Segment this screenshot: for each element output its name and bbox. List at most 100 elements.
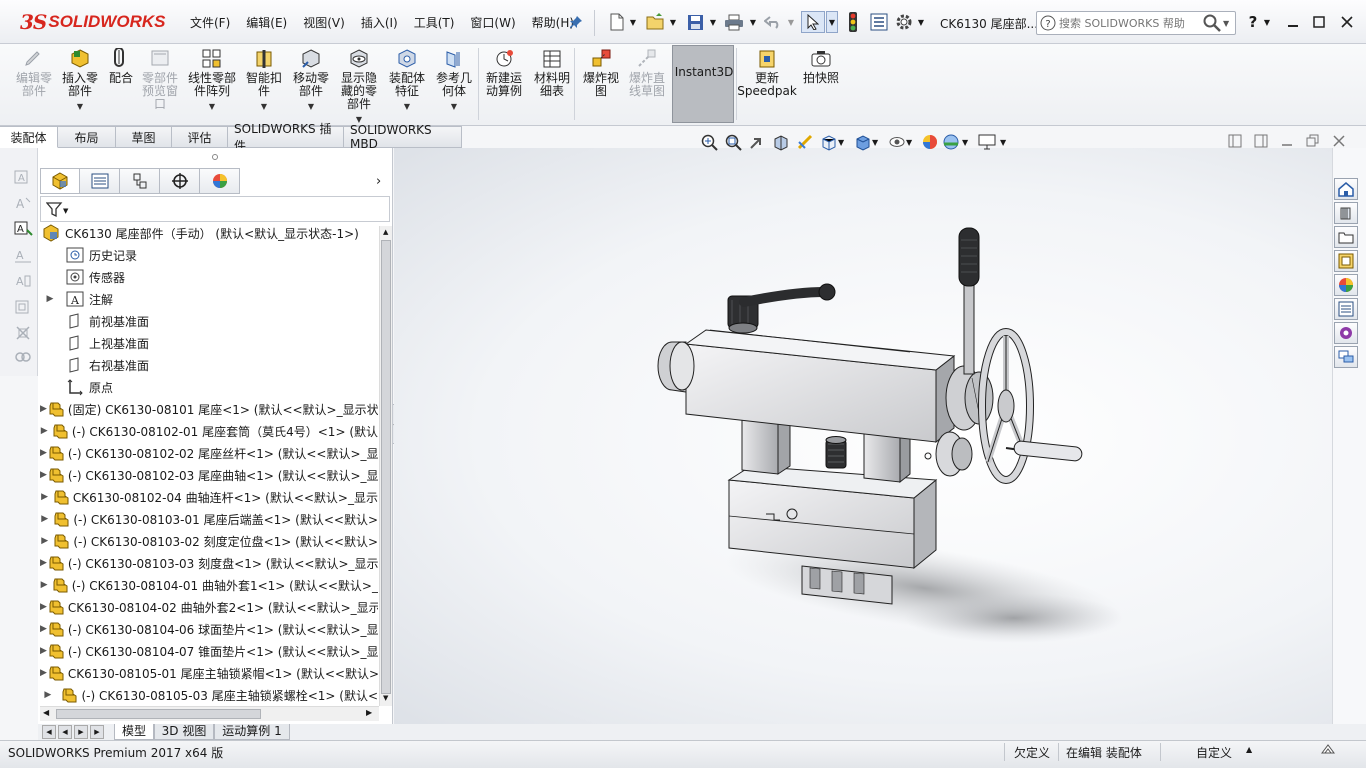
rebuild-icon[interactable] [843, 11, 863, 33]
tailstock-model-3d[interactable] [394, 148, 1332, 724]
tab-1[interactable]: 布局 [58, 126, 116, 148]
tab-0[interactable]: 装配体 [0, 126, 58, 148]
tree-component-row[interactable]: ▶ CK6130-08105-01 尾座主轴锁紧帽<1> (默认<<默认> [38, 662, 378, 684]
scroll-up-icon[interactable]: ▲ [383, 228, 388, 236]
scroll-down-icon[interactable]: ▼ [383, 694, 388, 702]
tree-component-row[interactable]: ▶ (固定) CK6130-08101 尾座<1> (默认<<默认>_显示状 [38, 398, 378, 420]
expand-arrow-icon[interactable]: ▶ [40, 426, 48, 436]
chevron-down-icon[interactable]: ▼ [668, 11, 678, 33]
command-motion-study-button[interactable]: 新建运 动算例 [482, 48, 526, 98]
command-linear-pattern-button[interactable]: 线性零部 件阵列 ▼ [186, 48, 238, 113]
open-document-icon[interactable] [644, 11, 668, 33]
tree-component-row[interactable]: ▶ (-) CK6130-08104-01 曲轴外套1<1> (默认<<默认>_ [38, 574, 378, 596]
command-explode-line-button[interactable]: 爆炸直 线草图 [626, 48, 668, 98]
previous-tab-icon[interactable]: ◀ [58, 725, 72, 739]
chevron-down-icon[interactable]: ▼ [1223, 19, 1229, 28]
model-tab-1[interactable]: 3D 视图 [154, 724, 214, 740]
annotation-text-icon[interactable]: A [14, 168, 32, 186]
view-palette-icon[interactable] [1334, 250, 1358, 272]
model-tab-2[interactable]: 运动算例 1 [214, 724, 290, 740]
chevron-down-icon[interactable]: ▼ [916, 11, 926, 33]
chevron-down-icon[interactable]: ▼ [63, 207, 68, 215]
dynamic-annotation-icon[interactable] [796, 133, 820, 151]
tree-component-row[interactable]: ▶ (-) CK6130-08102-03 尾座曲轴<1> (默认<<默认>_显 [38, 464, 378, 486]
select-icon[interactable] [801, 11, 825, 33]
chevron-down-icon[interactable]: ▼ [748, 11, 758, 33]
tree-horizontal-scrollbar[interactable]: ◀ ▶ [40, 706, 379, 721]
chevron-down-icon[interactable]: ▼ [872, 138, 888, 147]
command-reference-geometry-button[interactable]: 参考几 何体 ▼ [432, 48, 476, 113]
view-settings-icon[interactable] [978, 134, 1000, 150]
chevron-down-icon[interactable]: ▼ [308, 100, 314, 113]
hide-show-items-icon[interactable] [888, 133, 906, 151]
zoom-to-fit-icon[interactable] [700, 133, 724, 151]
filter-bar[interactable]: ▼ [40, 196, 390, 222]
viewport-tile-right-icon[interactable] [1254, 134, 1268, 148]
viewport-tile-left-icon[interactable] [1228, 134, 1242, 148]
command-show-hidden-button[interactable]: 显示隐 藏的零 部件 ▼ [338, 48, 380, 126]
menu-5[interactable]: 窗口(W) [462, 14, 523, 32]
chevron-down-icon[interactable]: ▼ [906, 138, 922, 147]
scroll-left-icon[interactable]: ◀ [43, 708, 49, 717]
last-tab-icon[interactable]: ▶ [90, 725, 104, 739]
datum-icon[interactable] [14, 348, 32, 366]
expand-arrow-icon[interactable]: ▶ [40, 492, 49, 502]
filter-icon[interactable] [46, 201, 64, 219]
scroll-right-icon[interactable]: ▶ [366, 708, 372, 717]
chevron-down-icon[interactable]: ▼ [209, 100, 215, 113]
command-insert-components-button[interactable]: 插入零 部件 ▼ [58, 48, 102, 113]
tree-component-row[interactable]: ▶ (-) CK6130-08104-07 锥面垫片<1> (默认<<默认>_显 [38, 640, 378, 662]
command-component-preview-button[interactable]: 零部件 预览窗 口 [140, 48, 180, 111]
undo-icon[interactable] [762, 11, 784, 33]
print-icon[interactable] [722, 11, 746, 33]
command-smart-fasteners-button[interactable]: 智能扣 件 ▼ [242, 48, 286, 113]
balloon-icon[interactable]: A [14, 246, 32, 264]
design-library-icon[interactable] [1334, 202, 1358, 224]
tree-component-row[interactable]: ▶ (-) CK6130-08104-06 球面垫片<1> (默认<<默认>_显 [38, 618, 378, 640]
featuremanager-tab[interactable] [40, 168, 80, 194]
expand-arrow-icon[interactable]: ▶ [40, 690, 56, 700]
tree-component-row[interactable]: ▶ CK6130-08102-04 曲轴连杆<1> (默认<<默认>_显示 [38, 486, 378, 508]
file-explorer-icon[interactable] [1334, 226, 1358, 248]
tab-5[interactable]: SOLIDWORKS MBD [344, 123, 462, 151]
appearances-icon[interactable] [1334, 274, 1358, 296]
zoom-to-area-icon[interactable] [724, 133, 748, 151]
tree-item-row[interactable]: 传感器 [38, 266, 378, 288]
command-bom-button[interactable]: 材料明 细表 [530, 48, 574, 98]
menu-2[interactable]: 视图(V) [295, 14, 353, 32]
expand-arrow-icon[interactable]: ▶ [40, 294, 60, 304]
chevron-down-icon[interactable]: ▼ [838, 138, 854, 147]
chevron-up-icon[interactable]: ▲ [1246, 745, 1252, 754]
previous-view-icon[interactable] [748, 133, 772, 151]
section-view-icon[interactable] [772, 133, 796, 151]
chevron-down-icon[interactable]: ▼ [786, 11, 796, 33]
unit-system-selector[interactable]: 自定义 [1196, 744, 1232, 761]
command-assembly-features-button[interactable]: 装配体 特征 ▼ [386, 48, 428, 113]
maximize-button[interactable] [1306, 10, 1332, 34]
tree-component-row[interactable]: ▶ (-) CK6130-08105-03 尾座主轴锁紧螺栓<1> (默认< [38, 684, 378, 706]
help-button[interactable]: ? [1244, 11, 1262, 33]
chevron-down-icon[interactable]: ▼ [826, 11, 838, 33]
tree-item-row[interactable]: 历史记录 [38, 244, 378, 266]
expand-arrow-icon[interactable]: ▶ [40, 536, 50, 546]
close-button[interactable] [1334, 10, 1360, 34]
viewport-close-icon[interactable] [1332, 134, 1346, 148]
menu-3[interactable]: 插入(I) [353, 14, 406, 32]
tab-4[interactable]: SOLIDWORKS 插件 [228, 122, 344, 153]
configurationmanager-tab[interactable] [120, 168, 160, 194]
solidworks-logo[interactable]: 3S SOLIDWORKS [20, 8, 165, 36]
propertymanager-tab[interactable] [80, 168, 120, 194]
next-tab-icon[interactable]: ▶ [74, 725, 88, 739]
tree-component-row[interactable]: ▶ (-) CK6130-08102-01 尾座套筒（莫氏4号）<1> (默认 [38, 420, 378, 442]
solidworks-resources-icon[interactable] [1334, 178, 1358, 200]
tree-component-row[interactable]: ▶ (-) CK6130-08103-02 刻度定位盘<1> (默认<<默认> [38, 530, 378, 552]
scroll-thumb[interactable] [381, 240, 391, 694]
expand-arrow-icon[interactable]: ▶ [40, 514, 50, 524]
chevron-down-icon[interactable]: ▼ [1000, 138, 1012, 147]
command-instant3d-button[interactable]: Instant3D [675, 66, 734, 79]
expand-arrow-icon[interactable]: ▶ [40, 624, 47, 634]
command-exploded-view-button[interactable]: 爆炸视 图 [580, 48, 622, 98]
rebuild-status-icon[interactable] [1320, 743, 1336, 757]
tree-item-row[interactable]: 前视基准面 [38, 310, 378, 332]
command-snapshot-button[interactable]: 拍快照 [800, 48, 842, 85]
